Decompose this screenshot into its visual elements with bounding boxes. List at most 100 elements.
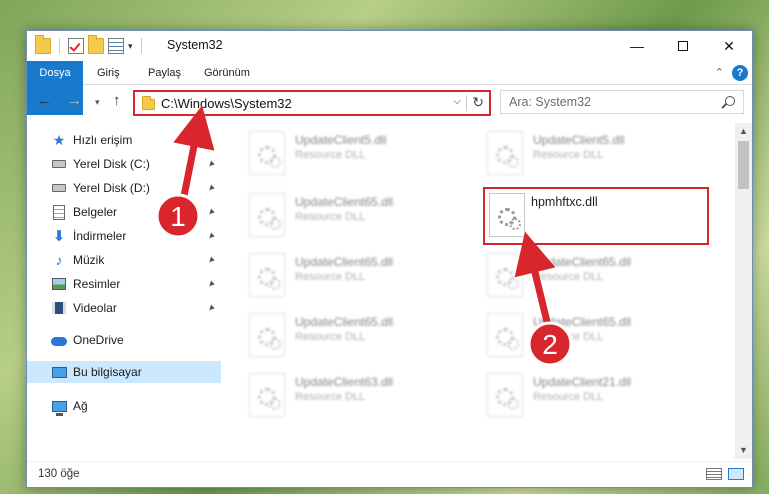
sidebar-item-local-disk-d[interactable]: Yerel Disk (D:) ▼ bbox=[27, 177, 221, 199]
sidebar-item-network[interactable]: Ağ bbox=[27, 395, 221, 417]
dll-file-icon bbox=[487, 373, 523, 417]
file-item-selected[interactable]: hpmhftxc.dll bbox=[483, 187, 709, 245]
file-name: UpdateClient65.dll bbox=[295, 315, 394, 329]
address-path[interactable]: C:\Windows\System32 bbox=[161, 96, 292, 111]
file-item[interactable]: UpdateClient65.dll Resource DLL bbox=[487, 249, 707, 303]
forward-button[interactable]: → bbox=[67, 92, 82, 109]
pin-icon[interactable]: ▼ bbox=[205, 205, 218, 218]
new-folder-icon[interactable] bbox=[88, 35, 104, 54]
sidebar-item-music[interactable]: ♪ Müzik ▼ bbox=[27, 249, 221, 271]
sidebar-item-documents[interactable]: Belgeler ▼ bbox=[27, 201, 221, 223]
pin-icon[interactable]: ▼ bbox=[205, 277, 218, 290]
sidebar-item-local-disk-c[interactable]: Yerel Disk (C:) ▼ bbox=[27, 153, 221, 175]
file-name: UpdateClient65.dll bbox=[295, 195, 394, 209]
dll-file-icon bbox=[249, 313, 285, 357]
expand-ribbon-chevron-icon[interactable]: ⌃ bbox=[715, 66, 724, 79]
navigation-pane: ★ Hızlı erişim Yerel Disk (C:) ▼ Yerel D… bbox=[27, 125, 221, 465]
toolbar-divider bbox=[59, 38, 60, 54]
recent-locations-button[interactable]: ▾ bbox=[95, 97, 100, 108]
file-name: UpdateClient5.dll bbox=[533, 133, 625, 147]
file-item[interactable]: UpdateClient65.dll Resource DLL bbox=[249, 309, 469, 363]
back-button[interactable]: ← bbox=[37, 92, 52, 109]
sidebar-item-label: Hızlı erişim bbox=[73, 133, 133, 147]
tab-share[interactable]: Paylaş bbox=[148, 61, 181, 85]
file-item[interactable]: UpdateClient65.dll Resource DLL bbox=[249, 249, 469, 303]
file-name: UpdateClient21.dll bbox=[533, 375, 632, 389]
sidebar-item-label: Yerel Disk (D:) bbox=[73, 181, 150, 195]
sidebar-item-label: Videolar bbox=[73, 301, 117, 315]
help-icon[interactable]: ? bbox=[732, 65, 748, 81]
ribbon-tabs: Dosya Giriş Paylaş Görünüm ⌃ ? bbox=[27, 61, 752, 115]
search-icon[interactable] bbox=[725, 96, 735, 106]
file-name: UpdateClient65.dll bbox=[533, 315, 632, 329]
file-type: Resource DLL bbox=[533, 391, 604, 403]
file-name: UpdateClient63.dll bbox=[295, 375, 394, 389]
file-item[interactable]: UpdateClient65.dll Resource DLL bbox=[249, 189, 469, 243]
file-item[interactable]: UpdateClient65.dll Resource DLL bbox=[487, 309, 707, 363]
minimize-button[interactable]: — bbox=[614, 31, 660, 61]
file-item[interactable]: UpdateClient5.dll Resource DLL bbox=[249, 127, 469, 181]
folder-icon bbox=[142, 96, 155, 110]
scroll-down-arrow-icon[interactable]: ▼ bbox=[735, 442, 752, 459]
tab-home[interactable]: Giriş bbox=[97, 61, 120, 85]
close-button[interactable]: ✕ bbox=[706, 31, 752, 61]
address-divider bbox=[466, 95, 467, 111]
download-icon: ⬇ bbox=[52, 228, 66, 245]
customize-toolbar-arrow-icon[interactable]: ▾ bbox=[128, 41, 133, 52]
tab-view[interactable]: Görünüm bbox=[204, 61, 250, 85]
videos-icon bbox=[51, 300, 67, 316]
dll-file-icon bbox=[489, 193, 525, 237]
dll-file-icon bbox=[249, 253, 285, 297]
details-view-icon[interactable] bbox=[706, 468, 722, 480]
disk-icon bbox=[51, 156, 67, 172]
dll-file-icon bbox=[487, 253, 523, 297]
properties-icon[interactable] bbox=[108, 38, 124, 54]
sidebar-item-label: İndirmeler bbox=[73, 229, 127, 243]
large-icons-view-icon[interactable] bbox=[728, 468, 744, 480]
scroll-thumb[interactable] bbox=[738, 141, 749, 189]
sidebar-item-downloads[interactable]: ⬇ İndirmeler ▼ bbox=[27, 225, 221, 247]
file-name: UpdateClient65.dll bbox=[533, 255, 632, 269]
search-placeholder: Ara: System32 bbox=[509, 95, 591, 109]
sidebar-item-label: Resimler bbox=[73, 277, 121, 291]
maximize-button[interactable] bbox=[660, 31, 706, 61]
vertical-scrollbar[interactable]: ▲ ▼ bbox=[735, 123, 752, 459]
sidebar-item-pictures[interactable]: Resimler ▼ bbox=[27, 273, 221, 295]
sidebar-item-quick-access[interactable]: ★ Hızlı erişim bbox=[27, 129, 221, 151]
file-type: Resource DLL bbox=[533, 149, 604, 161]
sidebar-item-this-pc[interactable]: Bu bilgisayar bbox=[27, 361, 221, 383]
file-type: Resource DLL bbox=[295, 331, 366, 343]
dll-file-icon bbox=[249, 373, 285, 417]
pin-icon[interactable]: ▼ bbox=[205, 229, 218, 242]
file-item[interactable]: UpdateClient21.dll Resource DLL bbox=[487, 369, 707, 423]
file-item[interactable]: UpdateClient63.dll Resource DLL bbox=[249, 369, 469, 423]
network-icon bbox=[51, 398, 67, 416]
item-count: 130 öğe bbox=[38, 468, 80, 480]
pin-icon[interactable]: ▼ bbox=[205, 253, 218, 266]
sidebar-item-videos[interactable]: Videolar ▼ bbox=[27, 297, 221, 319]
title-bar: ▾ System32 — ✕ bbox=[27, 31, 752, 61]
file-type: Resource DLL bbox=[295, 271, 366, 283]
up-button[interactable]: ↑ bbox=[113, 92, 121, 109]
pin-icon[interactable]: ▼ bbox=[205, 301, 218, 314]
address-dropdown-icon[interactable]: ⌵ bbox=[453, 96, 461, 107]
scroll-up-arrow-icon[interactable]: ▲ bbox=[735, 123, 752, 140]
refresh-button[interactable]: ↻ bbox=[472, 94, 484, 111]
file-item[interactable]: UpdateClient5.dll Resource DLL bbox=[487, 127, 707, 181]
sidebar-item-onedrive[interactable]: OneDrive bbox=[27, 329, 221, 351]
dll-file-icon bbox=[487, 313, 523, 357]
this-pc-icon bbox=[51, 364, 67, 380]
dll-file-icon bbox=[249, 131, 285, 175]
search-box[interactable]: Ara: System32 bbox=[500, 90, 744, 114]
dll-file-icon bbox=[249, 193, 285, 237]
file-type: Resource DLL bbox=[533, 271, 604, 283]
pin-icon[interactable]: ▼ bbox=[205, 157, 218, 170]
pin-icon[interactable]: ▼ bbox=[205, 181, 218, 194]
file-type: Resource DLL bbox=[295, 391, 366, 403]
address-bar[interactable]: C:\Windows\System32 ⌵ ↻ bbox=[133, 90, 491, 116]
dll-file-icon bbox=[487, 131, 523, 175]
star-icon: ★ bbox=[52, 131, 66, 148]
folder-icon bbox=[35, 35, 51, 54]
maximize-icon bbox=[678, 41, 688, 51]
properties-check-icon[interactable] bbox=[68, 38, 84, 54]
